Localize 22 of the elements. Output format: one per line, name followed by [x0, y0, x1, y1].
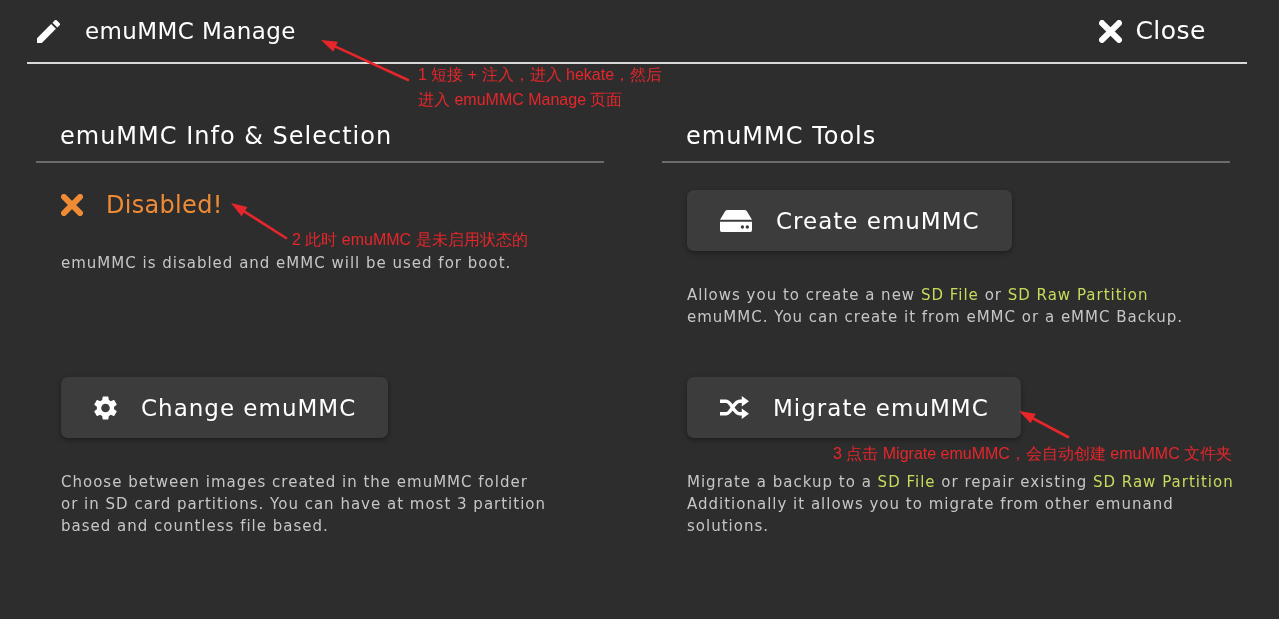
section-title: emuMMC Info & Selection	[60, 121, 394, 151]
status-label: Disabled!	[106, 190, 223, 220]
shuffle-icon	[720, 396, 749, 419]
drive-icon	[720, 209, 752, 232]
create-emummc-button[interactable]: Create emuMMC	[687, 190, 1012, 251]
gear-icon	[94, 395, 117, 420]
action-description: Choose between images created in the emuMMC folder or in SD card partitions. You can have at most 3 partition based and countless file based.	[61, 472, 547, 537]
migrate-emummc-button[interactable]: Migrate emuMMC	[687, 377, 1021, 438]
annotation-text: 3 点击 Migrate emuMMC，会自动创建 emuMMC 文件夹	[833, 444, 1233, 464]
annotation-arrow	[1019, 411, 1070, 439]
annotation-text: 1 短接 + 注入，进入 hekate，然后 进入 emuMMC Manage 页面	[418, 65, 663, 110]
action-description: Allows you to create a new SD File or SD Raw Partition emuMMC. You can create it from eMMC or a eMMC Backup.	[687, 285, 1183, 328]
page-title: emuMMC Manage	[85, 17, 296, 46]
change-emummc-button[interactable]: Change emuMMC	[61, 377, 389, 438]
pencil-icon	[37, 19, 60, 43]
action-description: Migrate a backup to a SD File or repair existing SD Raw Partition Additionally it allows you to migrate from other emunand solutions.	[687, 472, 1234, 537]
annotation-text: 2 此时 emuMMC 是未启用状态的	[292, 230, 528, 250]
close-button[interactable]: Close	[1099, 16, 1206, 46]
section-title: emuMMC Tools	[686, 121, 878, 151]
status-description: emuMMC is disabled and eMMC will be used for boot.	[61, 253, 512, 274]
annotation-arrow	[231, 203, 288, 240]
close-icon	[1099, 19, 1123, 43]
